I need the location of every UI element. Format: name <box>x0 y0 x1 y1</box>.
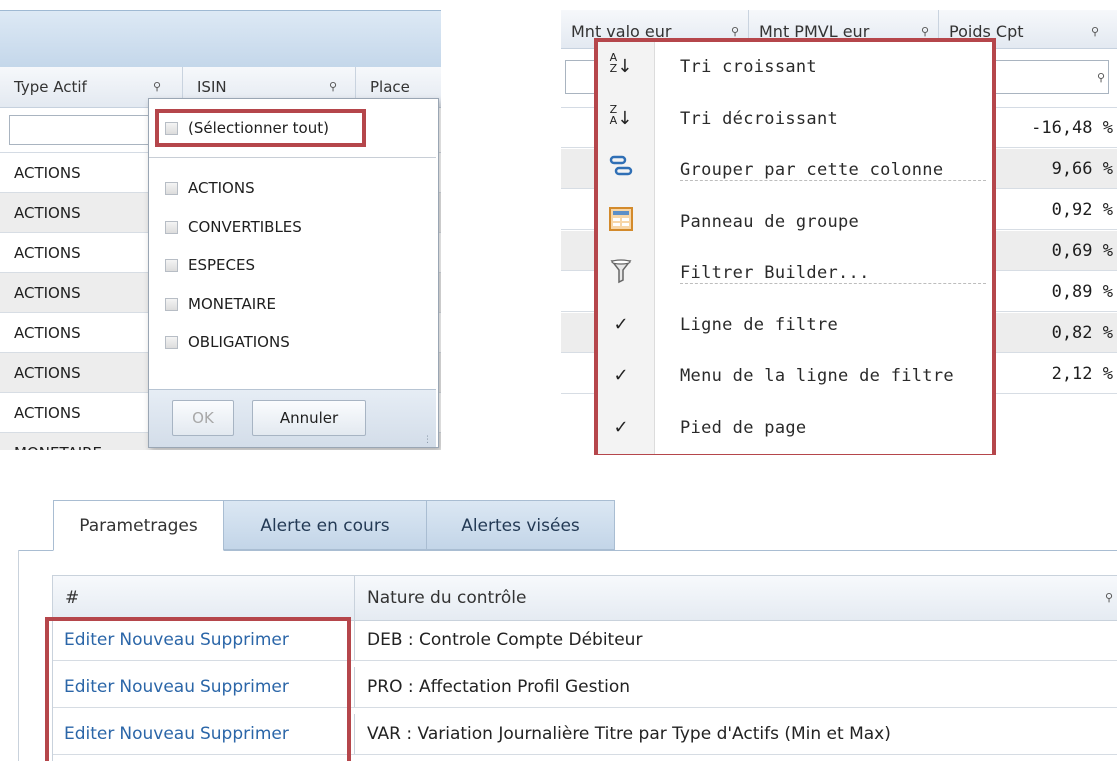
checkbox-icon <box>165 259 178 272</box>
filter-option-label: ACTIONS <box>188 179 255 197</box>
column-header-label: Place <box>370 78 410 96</box>
filter-pin-icon[interactable]: ⚲ <box>1105 576 1113 620</box>
dropdown-divider <box>149 157 436 158</box>
control-nature: DEB : Controle Compte Débiteur <box>367 630 643 650</box>
resize-grip-icon[interactable]: ⋮ <box>423 435 432 445</box>
column-header-nature[interactable]: Nature du contrôle ⚲ <box>355 576 1115 620</box>
cancel-button[interactable]: Annuler <box>252 400 366 436</box>
column-header-number[interactable]: # <box>53 576 355 620</box>
select-all-label: (Sélectionner tout) <box>188 119 329 137</box>
poids-value: 9,66 % <box>1051 159 1113 179</box>
poids-value: 2,12 % <box>1051 364 1113 384</box>
grid-toolbar <box>0 10 441 68</box>
column-header-label: Nature du contrôle <box>367 588 527 608</box>
filter-pin-icon[interactable]: ⚲ <box>1097 71 1105 84</box>
checkbox-icon <box>165 122 178 135</box>
tab-alertes-visees[interactable]: Alertes visées <box>426 500 615 550</box>
filter-option-label: CONVERTIBLES <box>188 217 302 236</box>
column-header-label: ISIN <box>197 78 227 96</box>
checkbox-icon <box>165 297 178 311</box>
poids-value: -16,48 % <box>1031 118 1113 138</box>
control-nature: VAR : Variation Journalière Titre par Ty… <box>367 724 891 744</box>
grid-header: # Nature du contrôle ⚲ <box>53 575 1117 621</box>
filter-dropdown: (Sélectionner tout) ACTIONS CONVERTIBLES E… <box>148 98 439 448</box>
checkbox-icon <box>165 220 178 234</box>
poids-value: 0,69 % <box>1051 241 1113 261</box>
column-filter-panel: Type Actif ⚲ ISIN ⚲ Place ACTIONS ACTIONS… <box>0 10 441 450</box>
filter-option[interactable]: ESPECES <box>165 254 255 276</box>
poids-value: 0,92 % <box>1051 200 1113 220</box>
alerts-panel: Parametrages Alerte en cours Alertes vis… <box>18 492 1117 761</box>
column-header-label: Type Actif <box>14 78 87 96</box>
checkbox-icon <box>165 336 178 349</box>
filter-option-label: ESPECES <box>188 256 255 274</box>
poids-value: 0,89 % <box>1051 282 1113 302</box>
filter-option[interactable]: ACTIONS <box>165 177 255 199</box>
select-all-checkbox[interactable]: (Sélectionner tout) <box>165 117 329 139</box>
ok-button[interactable]: OK <box>172 400 234 436</box>
dropdown-footer: OK Annuler ⋮ <box>149 389 436 447</box>
poids-value: 0,82 % <box>1051 323 1113 343</box>
panel-border <box>18 550 19 761</box>
filter-option[interactable]: CONVERTIBLES <box>165 216 302 238</box>
control-nature: PRO : Affectation Profil Gestion <box>367 677 631 697</box>
type-actif-filter-input[interactable] <box>9 115 149 145</box>
filter-option-label: OBLIGATIONS <box>188 333 290 351</box>
tab-parametrages[interactable]: Parametrages <box>53 500 224 551</box>
tab-alerte-en-cours[interactable]: Alerte en cours <box>223 500 427 550</box>
filter-pin-icon[interactable]: ⚲ <box>1091 10 1099 54</box>
filter-option[interactable]: MONETAIRE <box>165 293 276 315</box>
column-context-menu-panel: Mnt valo eur ⚲ Mnt PMVL eur ⚲ Poids Cpt … <box>561 10 1117 455</box>
checkbox-icon <box>165 182 178 195</box>
menu-highlight <box>594 38 996 455</box>
filter-option-label: MONETAIRE <box>188 294 277 313</box>
filter-option[interactable]: OBLIGATIONS <box>165 331 290 353</box>
actions-highlight <box>45 617 351 761</box>
